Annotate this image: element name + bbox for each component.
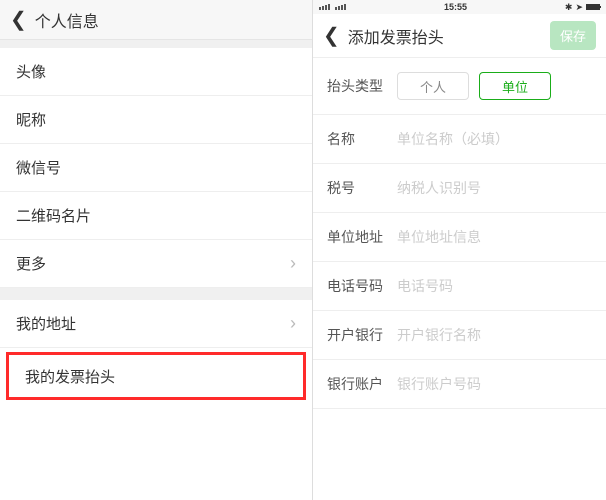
row-label: 更多 bbox=[16, 253, 46, 274]
chevron-right-icon: › bbox=[290, 313, 296, 334]
field-tax-no: 税号 bbox=[313, 164, 606, 213]
header-right: ❮ 添加发票抬头 保存 bbox=[313, 14, 606, 58]
name-input[interactable] bbox=[397, 131, 592, 147]
row-qrcode[interactable]: 二维码名片 bbox=[0, 192, 312, 240]
type-row: 抬头类型 个人 单位 bbox=[313, 58, 606, 115]
status-right: ✱ ➤ bbox=[565, 2, 600, 13]
page-title-left: 个人信息 bbox=[35, 8, 99, 32]
field-address: 单位地址 bbox=[313, 213, 606, 262]
field-label: 名称 bbox=[327, 129, 397, 149]
field-name: 名称 bbox=[313, 115, 606, 164]
back-icon[interactable]: ❮ bbox=[10, 10, 27, 30]
type-segment: 个人 单位 bbox=[397, 72, 551, 100]
field-label: 税号 bbox=[327, 178, 397, 198]
type-label: 抬头类型 bbox=[327, 76, 397, 96]
field-label: 银行账户 bbox=[327, 374, 397, 394]
chevron-right-icon: › bbox=[290, 253, 296, 274]
section-gap bbox=[0, 288, 312, 300]
back-icon[interactable]: ❮ bbox=[323, 26, 340, 46]
field-label: 电话号码 bbox=[327, 276, 397, 296]
seg-personal[interactable]: 个人 bbox=[397, 72, 469, 100]
phone-input[interactable] bbox=[397, 278, 592, 294]
seg-company[interactable]: 单位 bbox=[479, 72, 551, 100]
save-button[interactable]: 保存 bbox=[550, 21, 596, 50]
row-my-invoice-title[interactable]: 我的发票抬头 bbox=[6, 352, 306, 400]
row-nickname[interactable]: 昵称 bbox=[0, 96, 312, 144]
bluetooth-icon: ✱ bbox=[565, 2, 573, 13]
row-avatar[interactable]: 头像 bbox=[0, 48, 312, 96]
tax-no-input[interactable] bbox=[397, 180, 592, 196]
gap bbox=[0, 40, 312, 48]
row-label: 头像 bbox=[16, 61, 46, 82]
signal-icon bbox=[319, 4, 346, 10]
pane-add-invoice: 15:55 ✱ ➤ ❮ 添加发票抬头 保存 抬头类型 个人 单位 名称 税号 单… bbox=[313, 0, 606, 500]
row-wechat-id[interactable]: 微信号 bbox=[0, 144, 312, 192]
row-my-address[interactable]: 我的地址 › bbox=[0, 300, 312, 348]
page-title-right: 添加发票抬头 bbox=[348, 24, 444, 48]
header-left: ❮ 个人信息 bbox=[0, 0, 312, 40]
bank-input[interactable] bbox=[397, 327, 592, 343]
field-phone: 电话号码 bbox=[313, 262, 606, 311]
field-label: 单位地址 bbox=[327, 227, 397, 247]
status-bar: 15:55 ✱ ➤ bbox=[313, 0, 606, 14]
row-label: 微信号 bbox=[16, 157, 61, 178]
field-label: 开户银行 bbox=[327, 325, 397, 345]
field-bank-account: 银行账户 bbox=[313, 360, 606, 409]
row-label: 我的地址 bbox=[16, 313, 76, 334]
row-label: 我的发票抬头 bbox=[25, 366, 115, 387]
bank-account-input[interactable] bbox=[397, 376, 592, 392]
field-bank: 开户银行 bbox=[313, 311, 606, 360]
status-time: 15:55 bbox=[444, 2, 467, 12]
gps-icon: ➤ bbox=[575, 2, 583, 13]
battery-icon bbox=[586, 4, 600, 10]
address-input[interactable] bbox=[397, 229, 592, 245]
row-label: 二维码名片 bbox=[16, 205, 91, 226]
row-more[interactable]: 更多 › bbox=[0, 240, 312, 288]
pane-personal-info: ❮ 个人信息 头像 昵称 微信号 二维码名片 更多 › 我的地址 › 我的发票抬… bbox=[0, 0, 313, 500]
row-label: 昵称 bbox=[16, 109, 46, 130]
